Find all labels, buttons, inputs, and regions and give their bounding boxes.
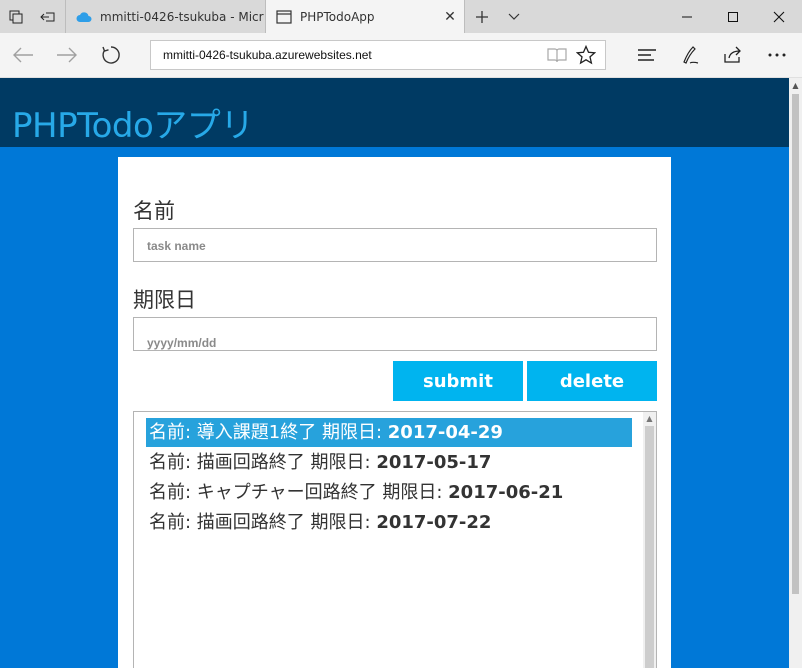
more-options-icon[interactable] bbox=[760, 38, 794, 72]
scroll-up-arrow-icon[interactable]: ▲ bbox=[643, 412, 656, 424]
submit-button[interactable]: submit bbox=[393, 361, 523, 401]
chevron-down-icon[interactable] bbox=[498, 0, 530, 33]
list-scrollbar[interactable]: ▲ bbox=[643, 412, 656, 668]
maximize-icon[interactable] bbox=[710, 0, 756, 33]
due-date-label: 期限日 bbox=[133, 288, 196, 312]
task-name-prefix: 名前: bbox=[149, 422, 197, 443]
task-name-prefix: 名前: bbox=[149, 512, 197, 533]
scroll-up-arrow-icon[interactable]: ▲ bbox=[789, 78, 802, 92]
task-list[interactable]: 名前: 導入課題1終了 期限日: 2017-04-29 名前: 描画回路終了 期… bbox=[133, 411, 657, 668]
tab-title: PHPTodoApp bbox=[300, 9, 375, 24]
list-item[interactable]: 名前: 導入課題1終了 期限日: 2017-04-29 bbox=[146, 418, 632, 447]
page-scrollbar[interactable]: ▲ bbox=[789, 78, 802, 668]
share-icon[interactable] bbox=[716, 38, 750, 72]
minimize-icon[interactable] bbox=[664, 0, 710, 33]
set-tabs-aside-icon[interactable] bbox=[32, 0, 64, 33]
tab-phptodoapp[interactable]: PHPTodoApp ✕ bbox=[265, 0, 465, 33]
page-scroll-thumb[interactable] bbox=[792, 94, 799, 594]
forward-arrow-icon[interactable] bbox=[50, 38, 84, 72]
list-item[interactable]: 名前: 描画回路終了 期限日: 2017-07-22 bbox=[146, 508, 632, 537]
task-name-prefix: 名前: bbox=[149, 482, 197, 503]
new-tab-icon[interactable] bbox=[466, 0, 498, 33]
task-date: 2017-04-29 bbox=[387, 422, 503, 443]
cloud-icon bbox=[76, 9, 92, 25]
task-date: 2017-06-21 bbox=[448, 482, 564, 503]
todo-form-card: 名前 task name 期限日 yyyy/mm/dd submit delet… bbox=[118, 157, 671, 668]
task-date-label: 期限日: bbox=[316, 422, 388, 443]
page-icon bbox=[276, 9, 292, 25]
task-date: 2017-07-22 bbox=[376, 512, 492, 533]
due-date-placeholder: yyyy/mm/dd bbox=[147, 336, 217, 350]
delete-button[interactable]: delete bbox=[527, 361, 657, 401]
task-name-input[interactable]: task name bbox=[133, 228, 657, 262]
due-date-input[interactable]: yyyy/mm/dd bbox=[133, 317, 657, 351]
task-name: 導入課題1終了 bbox=[196, 422, 317, 443]
favorite-star-icon[interactable] bbox=[569, 38, 603, 72]
url-text: mmitti-0426-tsukuba.azurewebsites.net bbox=[163, 48, 372, 62]
tab-title: mmitti-0426-tsukuba - Micr bbox=[100, 9, 264, 24]
browser-nav-bar: mmitti-0426-tsukuba.azurewebsites.net bbox=[0, 33, 802, 78]
task-date-label: 期限日: bbox=[304, 452, 377, 473]
task-name: 描画回路終了 bbox=[196, 512, 305, 533]
list-item[interactable]: 名前: 描画回路終了 期限日: 2017-05-17 bbox=[146, 448, 632, 477]
name-label: 名前 bbox=[133, 199, 175, 223]
address-bar[interactable]: mmitti-0426-tsukuba.azurewebsites.net bbox=[150, 40, 606, 70]
list-scroll-thumb[interactable] bbox=[645, 426, 654, 668]
task-date-label: 期限日: bbox=[304, 512, 377, 533]
task-name-prefix: 名前: bbox=[149, 452, 197, 473]
task-name: キャプチャー回路終了 bbox=[196, 482, 377, 503]
task-name-placeholder: task name bbox=[147, 239, 206, 253]
task-date: 2017-05-17 bbox=[376, 452, 492, 473]
web-note-pen-icon[interactable] bbox=[673, 38, 707, 72]
back-arrow-icon[interactable] bbox=[6, 38, 40, 72]
page-content: PHPTodoアプリ 名前 task name 期限日 yyyy/mm/dd s… bbox=[0, 78, 789, 668]
hub-icon[interactable] bbox=[630, 38, 664, 72]
task-name: 描画回路終了 bbox=[196, 452, 305, 473]
tab-manager-icon[interactable] bbox=[0, 0, 32, 33]
tab-azure[interactable]: mmitti-0426-tsukuba - Micr bbox=[65, 0, 265, 33]
refresh-icon[interactable] bbox=[94, 38, 128, 72]
browser-tab-strip: mmitti-0426-tsukuba - Micr PHPTodoApp ✕ bbox=[0, 0, 802, 33]
close-tab-icon[interactable]: ✕ bbox=[436, 9, 464, 25]
page-title: PHPTodoアプリ bbox=[12, 106, 254, 146]
task-date-label: 期限日: bbox=[376, 482, 449, 503]
close-window-icon[interactable] bbox=[756, 0, 802, 33]
app-header: PHPTodoアプリ bbox=[0, 78, 789, 147]
list-item[interactable]: 名前: キャプチャー回路終了 期限日: 2017-06-21 bbox=[146, 478, 632, 507]
